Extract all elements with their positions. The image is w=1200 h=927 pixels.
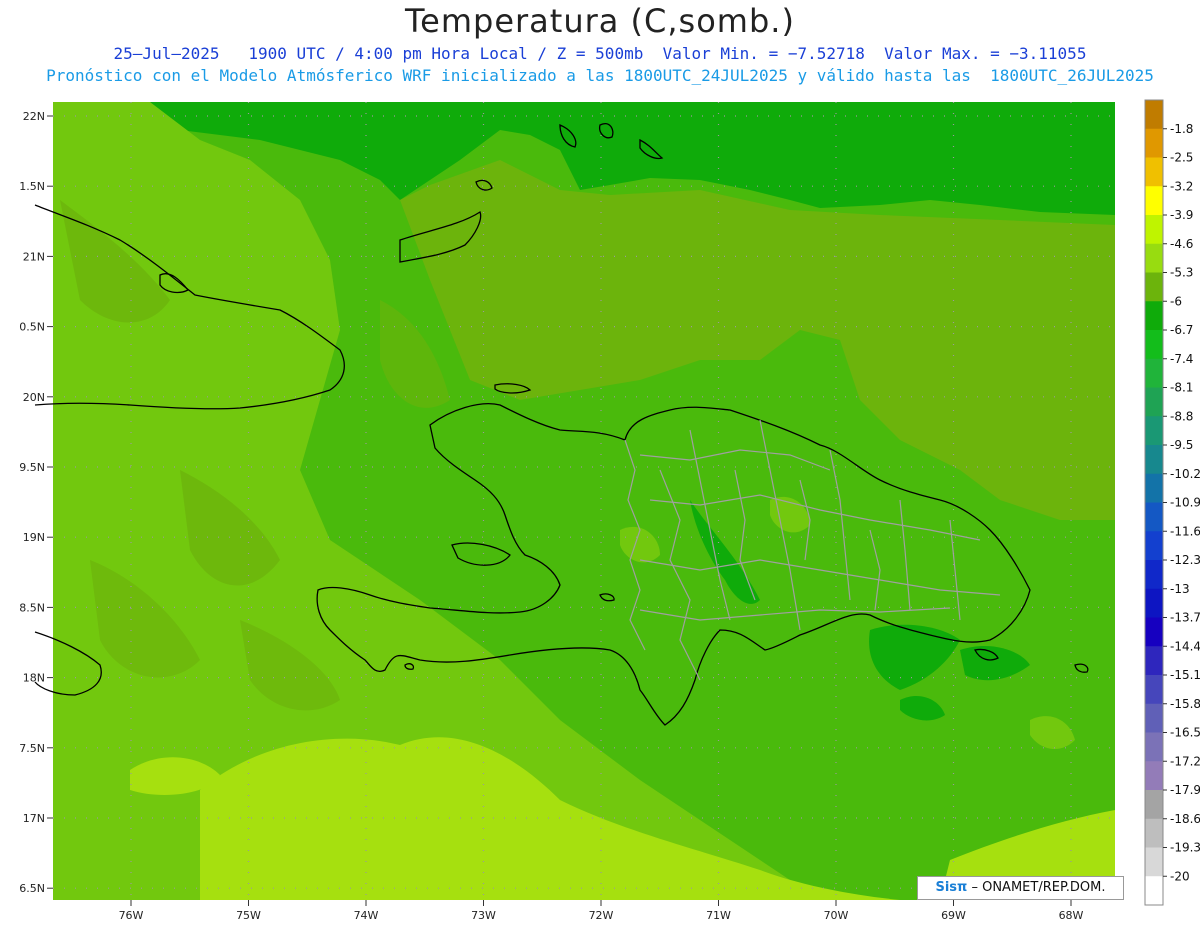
colorbar-swatch xyxy=(1145,617,1163,647)
lat-label: 8.5N xyxy=(19,601,45,614)
colorbar-label: -13.7 xyxy=(1170,611,1200,625)
colorbar-label: -3.2 xyxy=(1170,179,1193,193)
lon-label: 68W xyxy=(1059,909,1084,922)
colorbar-label: -12.3 xyxy=(1170,553,1200,567)
colorbar-label: -11.6 xyxy=(1170,524,1200,538)
lat-label: 17N xyxy=(23,812,45,825)
colorbar-swatch xyxy=(1145,703,1163,733)
lat-label: 19N xyxy=(23,531,45,544)
colorbar-label: -6 xyxy=(1170,294,1182,308)
longitude-axis: 76W 75W 74W 73W 72W 71W 70W 69W 68W xyxy=(119,900,1084,922)
colorbar-label: -4.6 xyxy=(1170,237,1193,251)
lon-label: 71W xyxy=(706,909,731,922)
colorbar-swatch xyxy=(1145,761,1163,791)
colorbar-swatch xyxy=(1145,588,1163,618)
colorbar-swatch xyxy=(1145,502,1163,532)
colorbar-swatch xyxy=(1145,387,1163,417)
colorbar-label: -17.9 xyxy=(1170,783,1200,797)
colorbar-swatch xyxy=(1145,646,1163,676)
lon-label: 69W xyxy=(941,909,966,922)
colorbar-swatch xyxy=(1145,186,1163,216)
colorbar-label: -3.9 xyxy=(1170,208,1193,222)
colorbar-label: -13 xyxy=(1170,582,1190,596)
colorbar-label: -18.6 xyxy=(1170,812,1200,826)
lat-label: 22N xyxy=(23,110,45,123)
temperature-field xyxy=(53,102,1115,900)
colorbar-label: -15.8 xyxy=(1170,697,1200,711)
colorbar-label: -8.8 xyxy=(1170,409,1193,423)
colorbar-swatch xyxy=(1145,531,1163,561)
forecast-map: 22N 1.5N 21N 0.5N 20N 9.5N 19N 8.5N 18N 7.5N 17N 6.… xyxy=(19,99,1200,922)
colorbar-swatch xyxy=(1145,445,1163,475)
colorbar-swatch xyxy=(1145,416,1163,446)
lon-label: 73W xyxy=(471,909,496,922)
colorbar-label: -15.1 xyxy=(1170,668,1200,682)
lat-label: 9.5N xyxy=(19,461,45,474)
colorbar-swatch xyxy=(1145,675,1163,705)
lat-label: 0.5N xyxy=(19,321,45,334)
colorbar-label: -10.9 xyxy=(1170,496,1200,510)
colorbar-swatch xyxy=(1145,157,1163,187)
colorbar-swatch xyxy=(1145,272,1163,302)
credit-text: – ONAMET/REP.DOM. xyxy=(971,880,1106,895)
lat-label: 1.5N xyxy=(19,180,45,193)
colorbar-label: -14.4 xyxy=(1170,639,1200,653)
colorbar-label: -9.5 xyxy=(1170,438,1193,452)
colorbar-label: -16.5 xyxy=(1170,726,1200,740)
colorbar-swatch xyxy=(1145,790,1163,820)
colorbar-swatch xyxy=(1145,732,1163,762)
lon-label: 70W xyxy=(824,909,849,922)
lon-label: 72W xyxy=(589,909,614,922)
colorbar-swatch xyxy=(1145,128,1163,158)
colorbar-swatch xyxy=(1145,243,1163,273)
colorbar-label: -2.5 xyxy=(1170,151,1193,165)
colorbar-swatch xyxy=(1145,358,1163,388)
colorbar-swatch xyxy=(1145,560,1163,590)
colorbar-label: -7.4 xyxy=(1170,352,1193,366)
lon-label: 75W xyxy=(236,909,261,922)
lat-label: 6.5N xyxy=(19,882,45,895)
colorbar-label: -8.1 xyxy=(1170,381,1193,395)
colorbar-label: -10.2 xyxy=(1170,467,1200,481)
colorbar-label: -6.7 xyxy=(1170,323,1193,337)
colorbar-label: -17.2 xyxy=(1170,754,1200,768)
colorbar-swatch xyxy=(1145,876,1163,906)
colorbar-legend: -1.8 -2.5 -3.2 -3.9 -4.6 -5.3 -6 -6.7 -7.4 -8.1 -8… xyxy=(1144,99,1200,906)
latitude-axis: 22N 1.5N 21N 0.5N 20N 9.5N 19N 8.5N 18N 7.5N 17N 6.… xyxy=(19,110,53,895)
colorbar-swatch xyxy=(1145,301,1163,331)
lon-label: 76W xyxy=(119,909,144,922)
lat-label: 7.5N xyxy=(19,742,45,755)
colorbar-label: -20 xyxy=(1170,869,1190,883)
colorbar-swatch xyxy=(1145,847,1163,877)
colorbar-label: -19.3 xyxy=(1170,841,1200,855)
credit-box: Sisπ – ONAMET/REP.DOM. xyxy=(917,876,1124,900)
colorbar-swatch xyxy=(1145,215,1163,245)
colorbar-swatch xyxy=(1145,473,1163,503)
colorbar-swatch xyxy=(1145,100,1163,130)
lat-label: 21N xyxy=(23,250,45,263)
colorbar-label: -5.3 xyxy=(1170,266,1193,280)
lon-label: 74W xyxy=(354,909,379,922)
sispi-logo: Sisπ xyxy=(935,880,968,895)
lat-label: 18N xyxy=(23,672,45,685)
colorbar-swatch xyxy=(1145,818,1163,848)
colorbar-swatch xyxy=(1145,330,1163,360)
lat-label: 20N xyxy=(23,391,45,404)
colorbar-label: -1.8 xyxy=(1170,122,1193,136)
